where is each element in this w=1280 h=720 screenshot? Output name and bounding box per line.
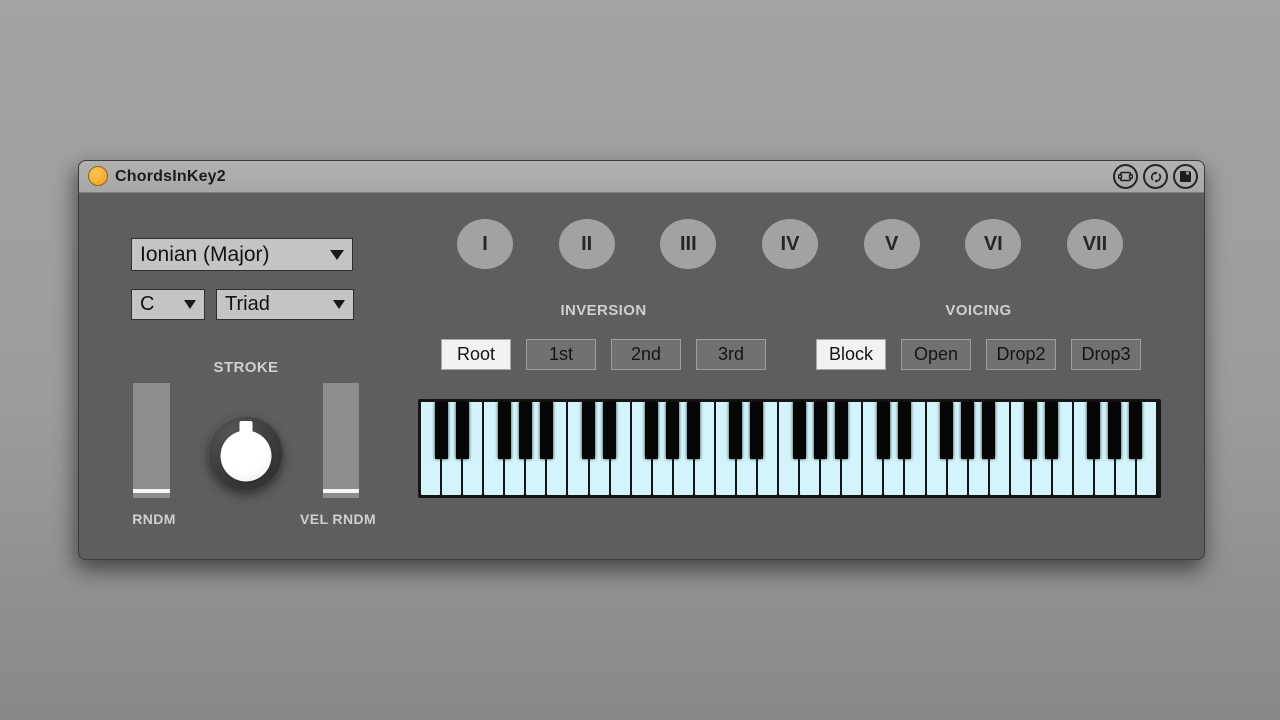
black-key[interactable] (1129, 402, 1142, 459)
black-key[interactable] (1087, 402, 1100, 459)
degree-button-III[interactable]: III (660, 219, 716, 269)
voicing-button-row: Block Open Drop2 Drop3 (816, 339, 1141, 370)
degree-button-VI[interactable]: VI (965, 219, 1021, 269)
root-note-dropdown[interactable]: C (131, 289, 205, 320)
save-icon[interactable] (1173, 164, 1198, 189)
scale-dropdown[interactable]: Ionian (Major) (131, 238, 353, 271)
degree-button-row: I II III IV V VI VII (457, 219, 1123, 269)
black-key[interactable] (666, 402, 679, 459)
root-note-dropdown-value: C (140, 293, 154, 316)
vel-rndm-label: VEL RNDM (293, 511, 383, 527)
voicing-option-block[interactable]: Block (816, 339, 886, 370)
black-key[interactable] (750, 402, 763, 459)
max-for-live-device-window: ChordsInKey2 (78, 160, 1205, 560)
black-key[interactable] (940, 402, 953, 459)
black-key[interactable] (645, 402, 658, 459)
device-body: Ionian (Major) C Triad STROKE RNDM (79, 193, 1204, 559)
black-key[interactable] (982, 402, 995, 459)
black-key[interactable] (1024, 402, 1037, 459)
chord-type-dropdown-value: Triad (225, 293, 270, 316)
black-key[interactable] (519, 402, 532, 459)
voicing-label: VOICING (816, 302, 1141, 319)
black-key[interactable] (793, 402, 806, 459)
black-key[interactable] (814, 402, 827, 459)
chevron-down-icon (330, 250, 344, 260)
stroke-label: STROKE (171, 359, 321, 376)
black-key[interactable] (898, 402, 911, 459)
degree-button-V[interactable]: V (864, 219, 920, 269)
black-key[interactable] (961, 402, 974, 459)
inversion-button-row: Root 1st 2nd 3rd (441, 339, 766, 370)
degree-button-IV[interactable]: IV (762, 219, 818, 269)
inversion-option-3rd[interactable]: 3rd (696, 339, 766, 370)
stroke-knob-cap (220, 431, 271, 482)
degree-button-II[interactable]: II (559, 219, 615, 269)
black-key[interactable] (687, 402, 700, 459)
rndm-slider[interactable] (133, 383, 170, 498)
piano-keyboard[interactable] (418, 399, 1161, 498)
degree-button-VII[interactable]: VII (1067, 219, 1123, 269)
desktop-background: { "window": { "title": "ChordsInKey2" },… (0, 0, 1280, 720)
titlebar-icon-group (1113, 164, 1198, 189)
degree-button-I[interactable]: I (457, 219, 513, 269)
chevron-down-icon (333, 300, 345, 309)
black-key[interactable] (435, 402, 448, 459)
black-key[interactable] (540, 402, 553, 459)
black-key[interactable] (835, 402, 848, 459)
device-titlebar[interactable]: ChordsInKey2 (79, 161, 1204, 193)
black-key[interactable] (877, 402, 890, 459)
device-title: ChordsInKey2 (115, 161, 226, 192)
chord-type-dropdown[interactable]: Triad (216, 289, 354, 320)
chevron-down-icon (184, 300, 196, 309)
black-key[interactable] (456, 402, 469, 459)
black-key[interactable] (1108, 402, 1121, 459)
inversion-option-2nd[interactable]: 2nd (611, 339, 681, 370)
black-key[interactable] (498, 402, 511, 459)
vel-rndm-slider-thumb[interactable] (323, 489, 359, 493)
voicing-option-drop2[interactable]: Drop2 (986, 339, 1056, 370)
frame-unfold-icon[interactable] (1113, 164, 1138, 189)
black-key[interactable] (729, 402, 742, 459)
voicing-option-open[interactable]: Open (901, 339, 971, 370)
hot-swap-icon[interactable] (1143, 164, 1168, 189)
black-key[interactable] (582, 402, 595, 459)
black-key[interactable] (1045, 402, 1058, 459)
stroke-knob-indicator (239, 421, 252, 437)
rndm-label: RNDM (109, 511, 199, 527)
stroke-knob[interactable] (208, 415, 283, 490)
black-key[interactable] (603, 402, 616, 459)
inversion-option-root[interactable]: Root (441, 339, 511, 370)
vel-rndm-slider[interactable] (323, 383, 359, 498)
scale-dropdown-value: Ionian (Major) (140, 243, 270, 267)
inversion-label: INVERSION (441, 302, 766, 319)
voicing-option-drop3[interactable]: Drop3 (1071, 339, 1141, 370)
inversion-option-1st[interactable]: 1st (526, 339, 596, 370)
piano-keys[interactable] (421, 402, 1158, 495)
device-on-led[interactable] (88, 166, 108, 186)
rndm-slider-thumb[interactable] (133, 489, 170, 493)
